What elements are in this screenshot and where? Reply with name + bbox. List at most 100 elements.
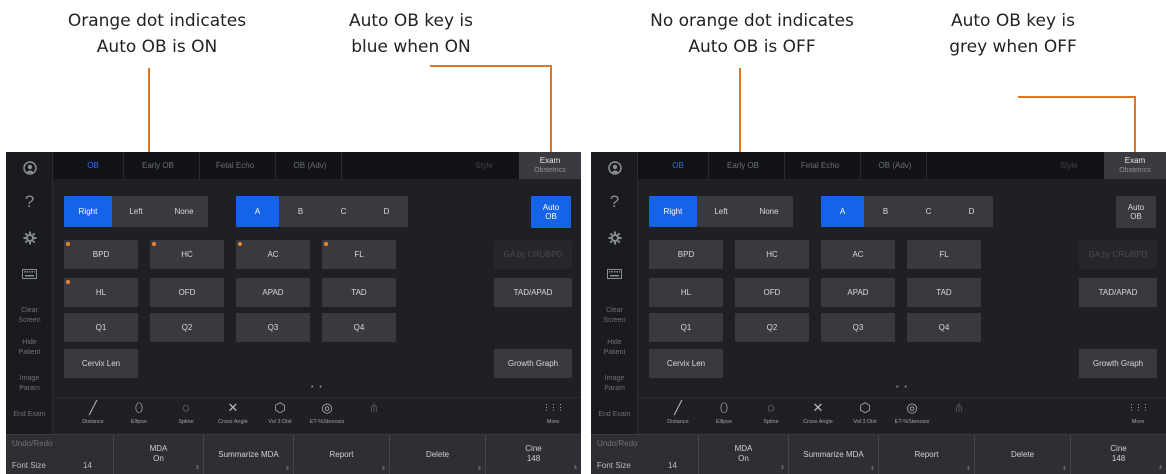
measure-bpd-button[interactable]: BPD <box>649 240 723 269</box>
side-right-button[interactable]: Right <box>64 196 112 227</box>
side-none-button[interactable]: None <box>160 196 208 227</box>
measure-hl-button[interactable]: HL <box>64 278 138 307</box>
measure-tad-button[interactable]: TAD <box>907 278 981 307</box>
measure-fl-button[interactable]: FL <box>907 240 981 269</box>
summarize-mda-button[interactable]: Summarize MDA ± <box>789 435 879 474</box>
fetus-c-button[interactable]: C <box>907 196 950 227</box>
keyboard-icon[interactable] <box>6 264 53 284</box>
tool-cross-angle[interactable]: ✕ Cross Angle <box>211 398 255 426</box>
tool-ellipse[interactable]: ⬯ Ellipse <box>117 398 161 426</box>
measure-q3-button[interactable]: Q3 <box>236 313 310 342</box>
tab-style[interactable]: Style <box>453 152 515 179</box>
tab-early-ob[interactable]: Early OB <box>712 152 774 179</box>
tool-distance[interactable]: ╱ Distance <box>71 398 115 426</box>
measure-ac-button[interactable]: AC <box>821 240 895 269</box>
tad-apad-button[interactable]: TAD/APAD <box>494 278 572 307</box>
auto-ob-button[interactable]: Auto OB <box>531 196 571 228</box>
tab-style[interactable]: Style <box>1038 152 1100 179</box>
font-size-value[interactable]: 14 <box>83 461 92 470</box>
clear-screen-button[interactable]: Clear Screen <box>6 306 53 326</box>
summarize-mda-button[interactable]: Summarize MDA ± <box>204 435 294 474</box>
tool-share[interactable]: ⋔ <box>352 398 396 418</box>
cervix-len-button[interactable]: Cervix Len <box>64 349 138 378</box>
fetus-d-button[interactable]: D <box>365 196 408 227</box>
report-button[interactable]: Report ± <box>294 435 390 474</box>
undo-redo-button[interactable]: Undo/Redo <box>12 439 52 448</box>
delete-button[interactable]: Delete ± <box>390 435 486 474</box>
measure-tad-button[interactable]: TAD <box>322 278 396 307</box>
tool-et-stenosis[interactable]: ◎ ET-%Stenosis <box>890 398 934 426</box>
measure-bpd-button[interactable]: BPD <box>64 240 138 269</box>
gear-icon[interactable] <box>6 230 53 250</box>
image-param-button[interactable]: Image Param <box>591 374 638 394</box>
measure-apad-button[interactable]: APAD <box>821 278 895 307</box>
fetus-b-button[interactable]: B <box>864 196 907 227</box>
measure-q2-button[interactable]: Q2 <box>735 313 809 342</box>
growth-graph-button[interactable]: Growth Graph <box>1079 349 1157 378</box>
cine-control[interactable]: Cine 148 ± <box>1071 435 1166 474</box>
tab-early-ob[interactable]: Early OB <box>127 152 189 179</box>
measure-q4-button[interactable]: Q4 <box>322 313 396 342</box>
user-icon[interactable] <box>591 160 638 180</box>
measure-ofd-button[interactable]: OFD <box>735 278 809 307</box>
tool-vol-3dist[interactable]: ⬡ Vol 3 Dist <box>258 398 302 426</box>
tab-ob[interactable]: OB <box>656 152 700 179</box>
keyboard-icon[interactable] <box>591 264 638 284</box>
mda-toggle[interactable]: MDA On ± <box>114 435 204 474</box>
user-icon[interactable] <box>6 160 53 180</box>
tool-spline[interactable]: ◌ Spline <box>164 398 208 426</box>
cine-control[interactable]: Cine 148 ± <box>486 435 581 474</box>
mda-toggle[interactable]: MDA On ± <box>699 435 789 474</box>
fetus-a-button[interactable]: A <box>236 196 279 227</box>
tab-ob[interactable]: OB <box>71 152 115 179</box>
tool-spline[interactable]: ◌ Spline <box>749 398 793 426</box>
tab-ob-adv[interactable]: OB (Adv) <box>864 152 926 179</box>
measure-ac-button[interactable]: AC <box>236 240 310 269</box>
measure-fl-button[interactable]: FL <box>322 240 396 269</box>
hide-patient-button[interactable]: Hide Patient <box>6 338 53 358</box>
tool-et-stenosis[interactable]: ◎ ET-%Stenosis <box>305 398 349 426</box>
end-exam-button[interactable]: End Exam <box>6 410 53 420</box>
font-size-value[interactable]: 14 <box>668 461 677 470</box>
tab-fetal-echo[interactable]: Fetal Echo <box>788 152 852 179</box>
side-right-button[interactable]: Right <box>649 196 697 227</box>
measure-q2-button[interactable]: Q2 <box>150 313 224 342</box>
side-left-button[interactable]: Left <box>112 196 160 227</box>
tool-ellipse[interactable]: ⬯ Ellipse <box>702 398 746 426</box>
measure-q3-button[interactable]: Q3 <box>821 313 895 342</box>
tad-apad-button[interactable]: TAD/APAD <box>1079 278 1157 307</box>
measure-q1-button[interactable]: Q1 <box>649 313 723 342</box>
measure-ofd-button[interactable]: OFD <box>150 278 224 307</box>
more-button[interactable]: ⋮⋮⋮ More <box>531 398 575 426</box>
fetus-a-button[interactable]: A <box>821 196 864 227</box>
fetus-b-button[interactable]: B <box>279 196 322 227</box>
tool-distance[interactable]: ╱ Distance <box>656 398 700 426</box>
help-icon[interactable]: ? <box>591 192 638 212</box>
tab-ob-adv[interactable]: OB (Adv) <box>279 152 341 179</box>
measure-hl-button[interactable]: HL <box>649 278 723 307</box>
tab-fetal-echo[interactable]: Fetal Echo <box>203 152 267 179</box>
measure-hc-button[interactable]: HC <box>150 240 224 269</box>
tool-cross-angle[interactable]: ✕ Cross Angle <box>796 398 840 426</box>
tool-vol-3dist[interactable]: ⬡ Vol 3 Dist <box>843 398 887 426</box>
image-param-button[interactable]: Image Param <box>6 374 53 394</box>
measure-apad-button[interactable]: APAD <box>236 278 310 307</box>
report-button[interactable]: Report ± <box>879 435 975 474</box>
auto-ob-button[interactable]: Auto OB <box>1116 196 1156 228</box>
measure-q4-button[interactable]: Q4 <box>907 313 981 342</box>
measure-q1-button[interactable]: Q1 <box>64 313 138 342</box>
fetus-c-button[interactable]: C <box>322 196 365 227</box>
growth-graph-button[interactable]: Growth Graph <box>494 349 572 378</box>
exam-selector[interactable]: Exam Obstetrics <box>1104 152 1166 179</box>
delete-button[interactable]: Delete ± <box>975 435 1071 474</box>
side-none-button[interactable]: None <box>745 196 793 227</box>
exam-selector[interactable]: Exam Obstetrics <box>519 152 581 179</box>
measure-hc-button[interactable]: HC <box>735 240 809 269</box>
tool-share[interactable]: ⋔ <box>937 398 981 418</box>
undo-redo-button[interactable]: Undo/Redo <box>597 439 637 448</box>
cervix-len-button[interactable]: Cervix Len <box>649 349 723 378</box>
clear-screen-button[interactable]: Clear Screen <box>591 306 638 326</box>
more-button[interactable]: ⋮⋮⋮ More <box>1116 398 1160 426</box>
help-icon[interactable]: ? <box>6 192 53 212</box>
end-exam-button[interactable]: End Exam <box>591 410 638 420</box>
